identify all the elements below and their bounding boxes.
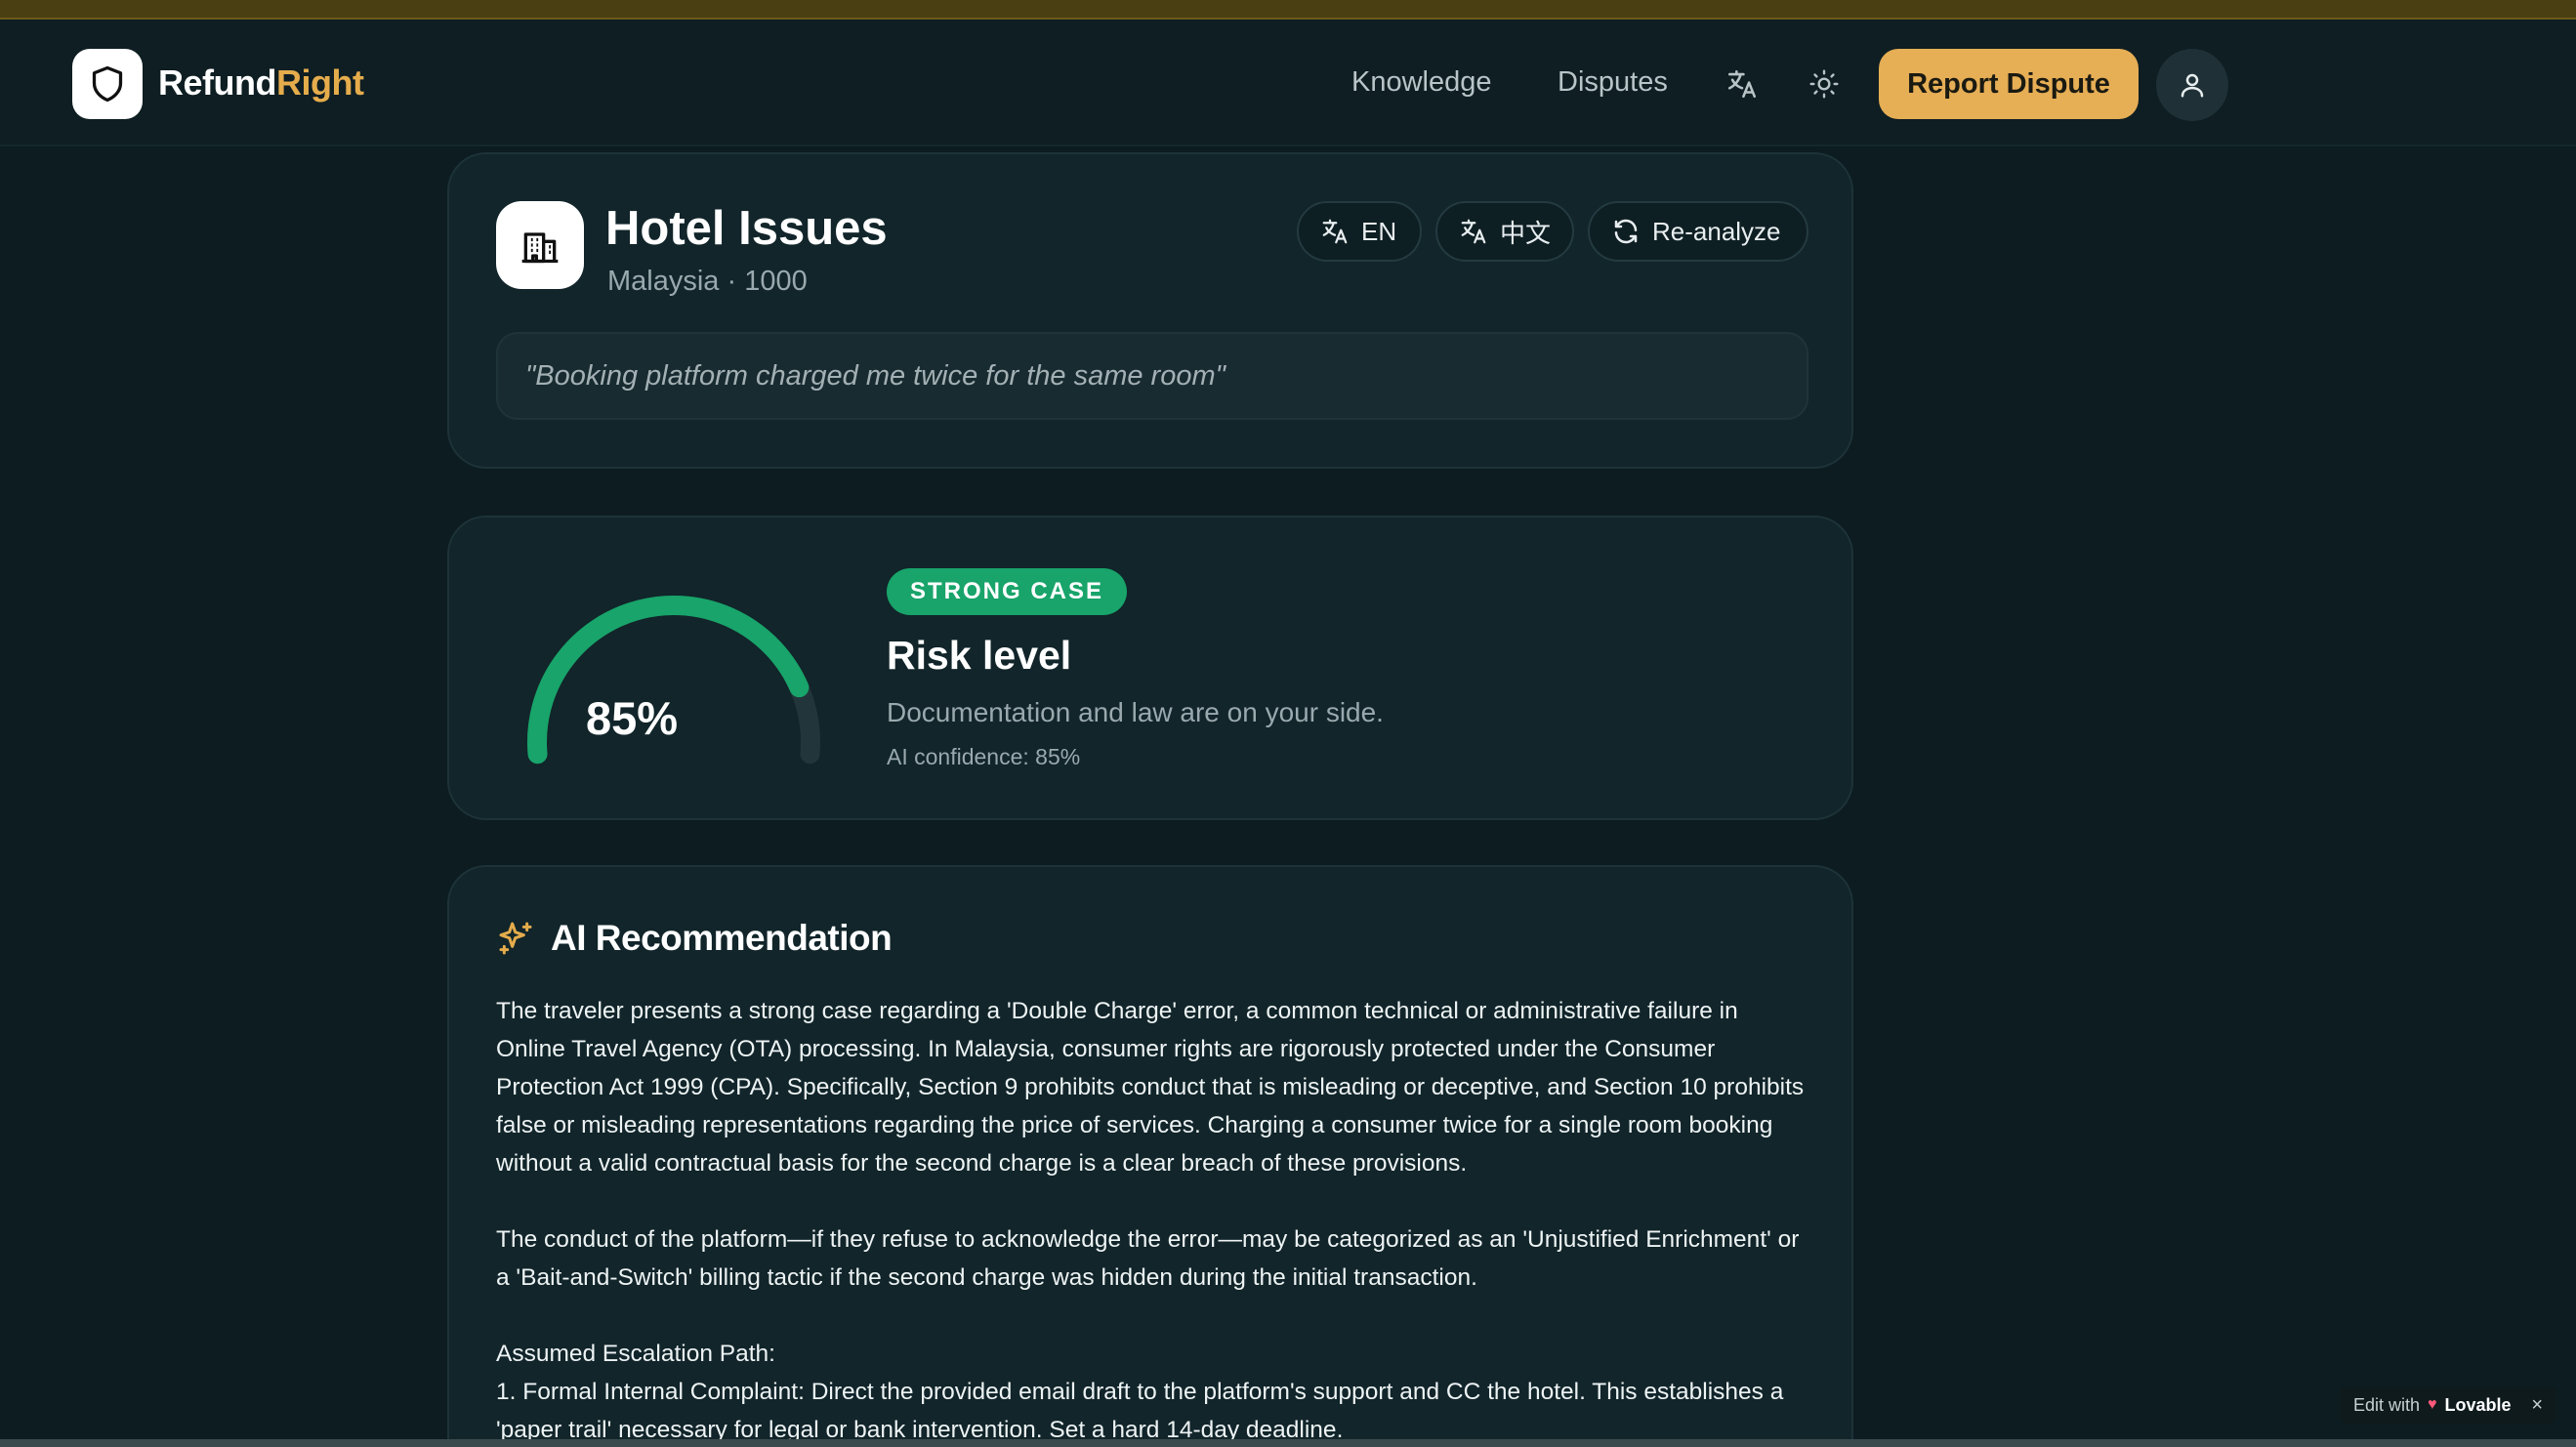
dispute-quote: "Booking platform charged me twice for t… <box>496 332 1808 420</box>
brand-name[interactable]: RefundRight <box>158 62 364 103</box>
nav-link-disputes[interactable]: Disputes <box>1558 66 1668 99</box>
recommendation-paragraph: The traveler presents a strong case rega… <box>496 998 1805 1177</box>
language-zh-label: 中文 <box>1500 218 1552 248</box>
case-subtitle: Malaysia · 1000 <box>607 266 808 297</box>
reanalyze-button[interactable]: Re-analyze <box>1588 201 1808 262</box>
risk-assessment-card: 85% STRONG CASE Risk level Documentation… <box>447 516 1853 820</box>
brand-name-part1: Refund <box>158 62 276 103</box>
case-title: Hotel Issues <box>605 202 888 255</box>
lovable-prefix: Edit with <box>2353 1394 2421 1415</box>
heart-icon: ♥ <box>2428 1396 2437 1413</box>
user-icon <box>2181 73 2204 98</box>
ai-confidence: AI confidence: 85% <box>887 744 1081 769</box>
recommendation-paragraph: 1. Formal Internal Complaint: Direct the… <box>496 1379 1784 1443</box>
reanalyze-label: Re-analyze <box>1652 216 1781 246</box>
risk-description: Documentation and law are on your side. <box>887 697 1384 727</box>
browser-top-stripe <box>0 0 2576 20</box>
language-en-button[interactable]: EN <box>1297 201 1422 262</box>
logo-badge[interactable] <box>72 49 143 119</box>
language-zh-button[interactable]: 中文 <box>1435 201 1574 262</box>
brand-name-part2: Right <box>275 62 364 103</box>
top-navbar: RefundRight Knowledge Disputes Report Di… <box>0 20 2576 146</box>
status-badge: STRONG CASE <box>887 568 1128 615</box>
translate-icon[interactable] <box>1723 64 1762 103</box>
recommendation-body: The traveler presents a strong case rega… <box>496 992 1805 1447</box>
translate-icon <box>1461 219 1486 244</box>
translate-icon <box>1322 219 1348 244</box>
sparkles-icon <box>499 922 532 955</box>
close-icon[interactable]: × <box>2531 1394 2543 1417</box>
sun-icon[interactable] <box>1805 64 1844 103</box>
report-dispute-button[interactable]: Report Dispute <box>1879 49 2139 119</box>
gauge-value: 85% <box>585 692 679 744</box>
recommendation-paragraph: Assumed Escalation Path: <box>496 1341 775 1367</box>
hotel-icon <box>496 201 584 289</box>
risk-level-title: Risk level <box>887 633 1072 678</box>
edit-with-lovable-badge[interactable]: Edit with ♥ Lovable × <box>2340 1386 2556 1424</box>
recommendation-paragraph: The conduct of the platform—if they refu… <box>496 1226 1800 1291</box>
case-summary-card: Hotel Issues Malaysia · 1000 EN 中文 Re-an… <box>447 152 1853 469</box>
recommendation-title: AI Recommendation <box>551 918 893 958</box>
recommendation-header: AI Recommendation <box>496 918 893 959</box>
ai-recommendation-card: AI Recommendation The traveler presents … <box>447 865 1853 1447</box>
bottom-scroll-bar <box>0 1439 2576 1447</box>
shield-icon <box>92 65 123 103</box>
lovable-name: Lovable <box>2444 1394 2512 1415</box>
refresh-icon <box>1614 219 1638 244</box>
risk-gauge <box>527 596 820 765</box>
language-en-label: EN <box>1361 216 1397 246</box>
nav-link-knowledge[interactable]: Knowledge <box>1351 66 1492 99</box>
user-avatar-button[interactable] <box>2156 49 2228 121</box>
